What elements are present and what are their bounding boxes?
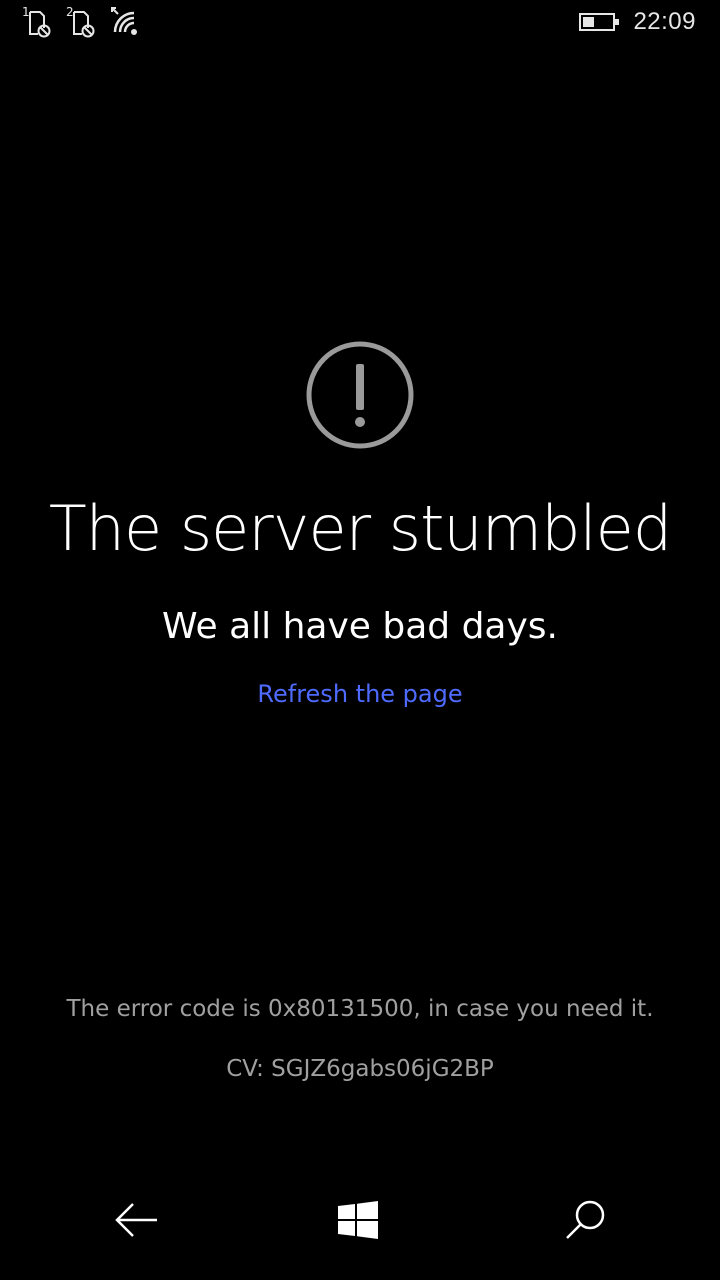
refresh-page-link[interactable]: Refresh the page bbox=[0, 680, 720, 708]
error-title: The server stumbled bbox=[48, 492, 672, 565]
sim2-status: 2 bbox=[66, 6, 100, 40]
search-icon bbox=[566, 1200, 605, 1239]
navigation-bar bbox=[0, 1180, 720, 1280]
back-button[interactable] bbox=[106, 1190, 166, 1250]
status-right: 22:09 bbox=[579, 8, 696, 36]
windows-logo-icon bbox=[338, 1201, 378, 1239]
screen: 1 2 22:09 The server stumbled We all hav… bbox=[0, 0, 720, 1280]
sim1-status: 1 bbox=[22, 6, 56, 40]
start-button[interactable] bbox=[328, 1190, 388, 1250]
status-bar: 1 2 22:09 bbox=[0, 0, 720, 48]
battery-fill bbox=[583, 17, 595, 27]
status-left: 1 2 bbox=[22, 6, 144, 40]
error-code-text: The error code is 0x80131500, in case yo… bbox=[66, 996, 654, 1022]
search-button[interactable] bbox=[555, 1190, 615, 1250]
alert-circle-icon bbox=[306, 341, 414, 449]
back-arrow-icon bbox=[115, 1203, 157, 1237]
correlation-vector-text: CV: SGJZ6gabs06jG2BP bbox=[226, 1056, 494, 1082]
battery-icon bbox=[579, 13, 620, 31]
sim-no-service-icon bbox=[73, 11, 95, 38]
sim-no-service-icon bbox=[29, 11, 51, 38]
wifi-icon bbox=[111, 7, 137, 35]
error-subtitle: We all have bad days. bbox=[162, 606, 558, 647]
clock: 22:09 bbox=[633, 8, 696, 35]
wifi-status bbox=[110, 6, 144, 40]
